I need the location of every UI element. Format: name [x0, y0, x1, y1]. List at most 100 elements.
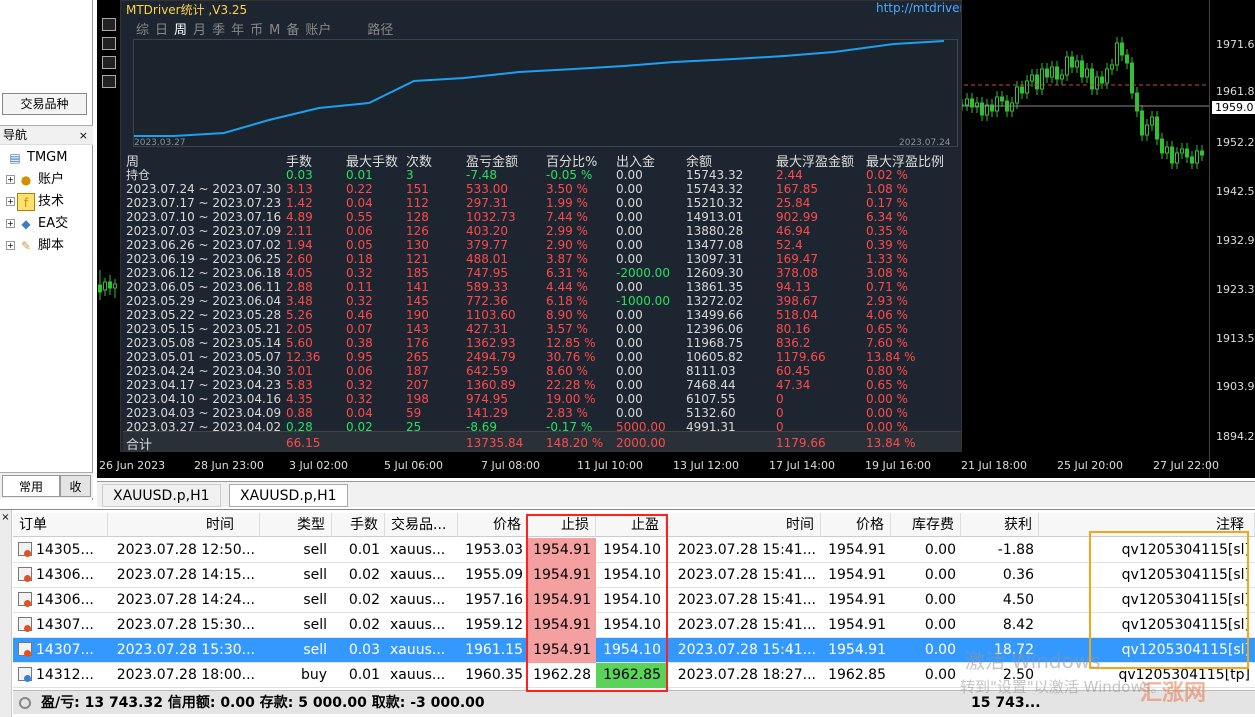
tab-year[interactable]: 年 [231, 23, 244, 38]
stat-count: 121 [406, 252, 429, 266]
stat-flp: 0.65 % [866, 378, 908, 392]
server-icon: ▤ [9, 150, 21, 165]
cell-order: 14306... [13, 588, 108, 613]
candle-body [103, 281, 107, 291]
stat-bal: 10605.82 [686, 350, 744, 364]
left-panel-tabs: 常用 收 [0, 472, 93, 498]
tab-currency[interactable]: 币 [250, 23, 263, 38]
stat-period: 2023.06.05 ~ 2023.06.11 [126, 280, 282, 294]
cell-price: 1960.35 [465, 667, 523, 683]
expand-icon[interactable]: + [6, 175, 15, 184]
nav-item-accounts[interactable]: + ● 账户 [6, 169, 64, 191]
toolbar-icon[interactable] [102, 75, 116, 88]
stat-flp: 0.00 % [866, 392, 908, 406]
col-profit[interactable]: 获利 [961, 513, 1039, 537]
summary-text: 盈/亏: 13 743.32 信用额: 0.00 存款: 5 000.00 取款… [41, 695, 485, 711]
candle-body [1165, 146, 1169, 154]
stats-tabs: 综日周月季年币 M 备账户 路径 [136, 19, 399, 38]
candle-body [1090, 68, 1094, 90]
sell-order-icon [18, 567, 32, 582]
stat-count: 126 [406, 224, 429, 238]
stats-url-link[interactable]: http://mtdriver.cn [876, 1, 961, 15]
candle-body [1125, 54, 1129, 64]
col-swap[interactable]: 库存费 [891, 513, 961, 537]
tab-quarter[interactable]: 季 [212, 23, 225, 38]
stat-lots: 4.89 [286, 210, 313, 224]
col-time[interactable]: 时间 [108, 513, 260, 537]
stat-fl: 0 [776, 406, 784, 420]
tab-common[interactable]: 常用 [2, 475, 60, 497]
cell-symbol: xauus... [390, 542, 446, 558]
candle-body [1070, 56, 1074, 68]
cell-type: sell [303, 617, 327, 633]
expand-icon[interactable]: + [6, 219, 15, 228]
candle-body [1105, 68, 1109, 84]
tab-month[interactable]: 月 [193, 23, 206, 38]
tab-path[interactable]: 路径 [367, 23, 393, 38]
toolbar-icon[interactable] [102, 37, 116, 50]
order-id: 14307... [36, 617, 94, 633]
toolbar-icon[interactable] [102, 18, 116, 31]
candle-body [1035, 74, 1039, 90]
stat-bal: 14913.01 [686, 210, 744, 224]
cell-time2: 2023.07.28 15:41... [677, 592, 816, 608]
tab-account[interactable]: 账户 [305, 23, 331, 38]
site-logo-watermark: 汇涨网 [1140, 681, 1207, 706]
weekly-stat-row: 2023.04.17 ~ 2023.04.23 5.83 0.32 207 1360.8… [126, 378, 958, 392]
nav-item-server[interactable]: ▤ TMGM [6, 147, 67, 169]
total-pct: 148.20 % [546, 436, 604, 450]
tab-overview[interactable]: 综 [136, 23, 149, 38]
col-type[interactable]: 类型 [260, 513, 332, 537]
navigator-close-icon[interactable]: × [79, 126, 88, 145]
symbols-button[interactable]: 交易品种 [2, 93, 87, 115]
highlight-box-comment [1089, 531, 1249, 669]
stat-max: 0.55 [346, 210, 373, 224]
price-axis: 1971.6 1961.8 1959.0 1952.2 1942.5 1932.… [1209, 0, 1255, 478]
col-order[interactable]: 订单 [13, 513, 108, 537]
nav-item-label: 账户 [38, 172, 65, 187]
candle-body [1065, 56, 1069, 76]
stat-period: 2023.04.10 ~ 2023.04.16 [126, 392, 282, 406]
col-close-time[interactable]: 时间 [666, 513, 821, 537]
candle-body [1100, 76, 1104, 84]
accounts-icon: ● [20, 172, 32, 187]
cell-type: buy [300, 667, 327, 683]
stat-fl: 518.04 [776, 308, 818, 322]
nav-item-label: 脚本 [38, 238, 65, 253]
tab-chart-2[interactable]: XAUUSD.p,H1 [229, 484, 348, 507]
sell-order-icon [18, 592, 32, 607]
nav-item-expert-advisors[interactable]: + ◆ EA交 [6, 213, 68, 235]
expand-icon[interactable]: + [6, 197, 15, 206]
col-symbol[interactable]: 交易品... [385, 513, 458, 537]
stat-count: 185 [406, 266, 429, 280]
terminal-close-icon[interactable]: × [0, 512, 11, 523]
tab-magic[interactable]: M [269, 23, 280, 38]
stat-io: 0.00 [616, 252, 643, 266]
col-close-price[interactable]: 价格 [821, 513, 891, 537]
time-label: 3 Jul 02:00 [289, 459, 348, 472]
cell-price: 1959.12 [465, 617, 523, 633]
stat-bal: 12396.06 [686, 322, 744, 336]
col-price[interactable]: 价格 [458, 513, 528, 537]
candle-body [98, 284, 102, 293]
tab-day[interactable]: 日 [155, 23, 168, 38]
candle-body [995, 96, 999, 112]
toolbar-icon[interactable] [102, 56, 116, 69]
expand-icon[interactable]: + [6, 241, 15, 250]
stat-pl: 379.77 [466, 238, 508, 252]
stat-pct: 6.31 % [546, 266, 588, 280]
stat-pct: 30.76 % [546, 350, 596, 364]
tab-favorites[interactable]: 收 [60, 475, 91, 497]
tab-week[interactable]: 周 [174, 23, 187, 38]
stat-period: 2023.07.24 ~ 2023.07.30 [126, 182, 282, 196]
col-lots[interactable]: 手数 [332, 513, 385, 537]
stat-flp: 0.71 % [866, 280, 908, 294]
stat-lots: 0.88 [286, 406, 313, 420]
nav-item-indicators[interactable]: + f 技术 [6, 191, 64, 213]
nav-item-scripts[interactable]: + ✎ 脚本 [6, 235, 64, 257]
stat-pl: 141.29 [466, 406, 508, 420]
stat-pl: 747.95 [466, 266, 508, 280]
tab-note[interactable]: 备 [286, 23, 299, 38]
tab-chart-1[interactable]: XAUUSD.p,H1 [102, 484, 221, 507]
stat-max: 0.11 [346, 280, 373, 294]
